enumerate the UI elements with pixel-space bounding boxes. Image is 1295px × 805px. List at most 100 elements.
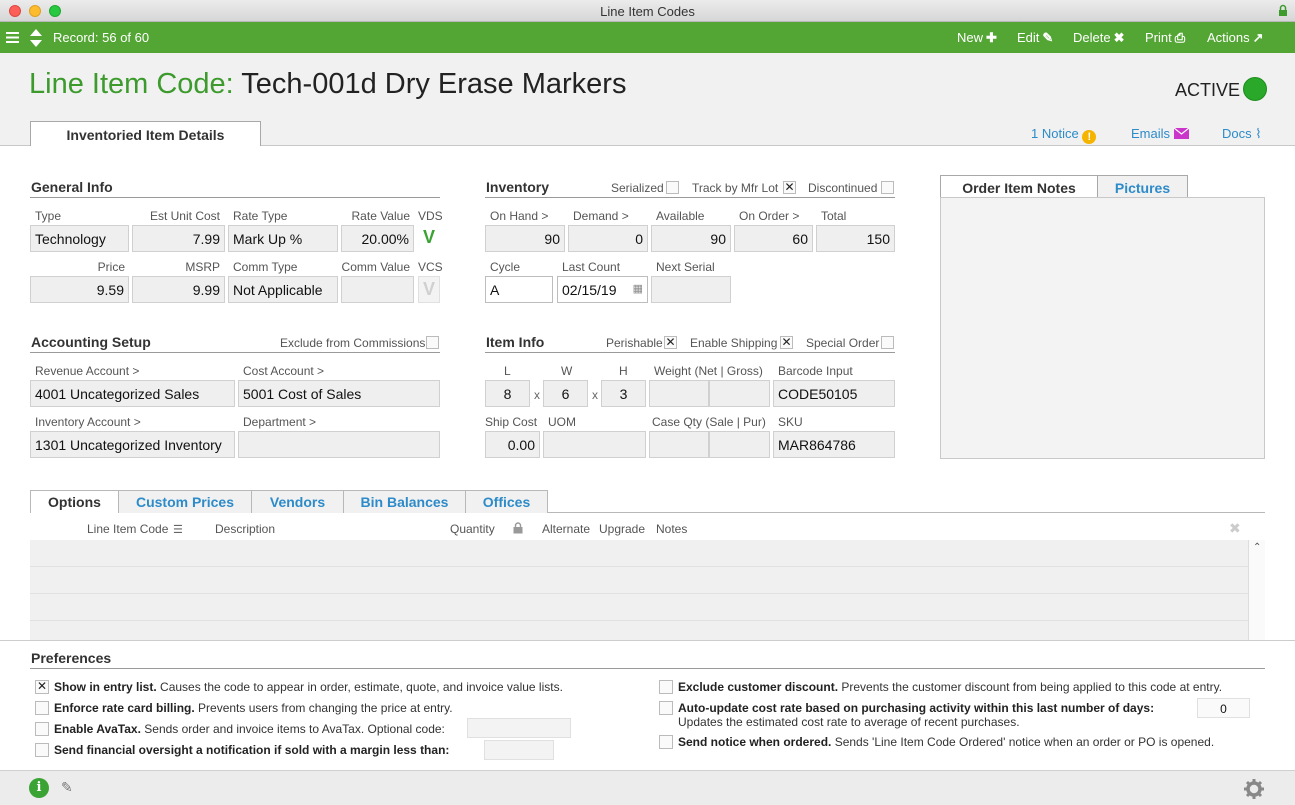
height-field[interactable]: 3 <box>601 380 646 407</box>
est-unit-cost-field[interactable]: 7.99 <box>132 225 225 252</box>
serialized-checkbox[interactable] <box>666 181 679 194</box>
delete-x-icon: ✖ <box>1113 30 1125 45</box>
new-button[interactable]: New ✚ <box>957 30 997 46</box>
sort-icon[interactable]: ☰ <box>173 523 183 536</box>
last-count-label: Last Count <box>562 260 621 274</box>
accounting-setup-title: Accounting Setup <box>31 334 151 350</box>
available-field[interactable]: 90 <box>651 225 731 252</box>
comm-value-field[interactable] <box>341 276 414 303</box>
exclude-customer-discount-checkbox[interactable] <box>659 680 673 694</box>
tab-options[interactable]: Options <box>30 490 119 513</box>
case-qty-pur-field[interactable] <box>709 431 770 458</box>
cycle-field[interactable]: A <box>485 276 553 303</box>
gear-icon[interactable] <box>1243 778 1265 800</box>
on-order-label[interactable]: On Order > <box>739 209 799 223</box>
msrp-field[interactable]: 9.99 <box>132 276 225 303</box>
edit-button[interactable]: Edit ✎ <box>1017 30 1053 46</box>
show-in-entry-list-text: Show in entry list. Causes the code to a… <box>54 680 563 694</box>
margin-threshold-field[interactable] <box>484 740 554 760</box>
weight-gross-field[interactable] <box>709 380 770 407</box>
demand-label[interactable]: Demand > <box>573 209 629 223</box>
send-notice-ordered-checkbox[interactable] <box>659 735 673 749</box>
options-scrollbar[interactable]: ⌃ <box>1248 540 1265 640</box>
enable-avatax-checkbox[interactable] <box>35 722 49 736</box>
auto-update-cost-checkbox[interactable] <box>659 701 673 715</box>
order-item-notes-area[interactable] <box>940 197 1265 459</box>
last-count-field[interactable]: 02/15/19 ▦ <box>557 276 648 303</box>
demand-field[interactable]: 0 <box>568 225 648 252</box>
weight-net-field[interactable] <box>649 380 709 407</box>
tab-bin-balances[interactable]: Bin Balances <box>343 490 466 513</box>
show-in-entry-list-checkbox[interactable]: ✕ <box>35 680 49 694</box>
serialized-label: Serialized <box>611 181 664 195</box>
tab-inventoried-item-details[interactable]: Inventoried Item Details <box>30 121 261 147</box>
exclude-commissions-checkbox[interactable] <box>426 336 439 349</box>
discontinued-checkbox[interactable] <box>881 181 894 194</box>
total-field[interactable]: 150 <box>816 225 895 252</box>
on-hand-field[interactable]: 90 <box>485 225 565 252</box>
price-field[interactable]: 9.59 <box>30 276 129 303</box>
notice-link[interactable]: 1 Notice ! <box>1031 126 1097 144</box>
track-mfr-lot-checkbox[interactable]: ✕ <box>783 181 796 194</box>
print-button[interactable]: Print ⎙ <box>1145 30 1185 46</box>
tab-order-item-notes[interactable]: Order Item Notes <box>940 175 1098 199</box>
column-upgrade[interactable]: Upgrade <box>599 522 645 536</box>
avatax-code-field[interactable] <box>467 718 571 738</box>
column-description[interactable]: Description <box>215 522 275 536</box>
delete-label: Delete <box>1073 30 1111 45</box>
vds-check-icon[interactable]: V <box>418 225 440 252</box>
tab-pictures[interactable]: Pictures <box>1097 175 1188 199</box>
cost-account-field[interactable]: 5001 Cost of Sales <box>238 380 440 407</box>
financial-oversight-title: Send financial oversight a notification … <box>54 743 450 757</box>
rate-type-field[interactable]: Mark Up % <box>228 225 338 252</box>
revenue-account-field[interactable]: 4001 Uncategorized Sales <box>30 380 235 407</box>
column-line-item-code[interactable]: Line Item Code <box>87 522 168 536</box>
department-field[interactable] <box>238 431 440 458</box>
inventory-title: Inventory <box>486 179 550 195</box>
length-field[interactable]: 8 <box>485 380 530 407</box>
column-quantity[interactable]: Quantity <box>450 522 495 536</box>
width-field[interactable]: 6 <box>543 380 588 407</box>
enforce-rate-card-checkbox[interactable] <box>35 701 49 715</box>
comm-type-field[interactable]: Not Applicable <box>228 276 338 303</box>
table-row[interactable] <box>30 567 1248 594</box>
auto-update-days-field[interactable]: 0 <box>1197 698 1250 718</box>
special-order-checkbox[interactable] <box>881 336 894 349</box>
new-label: New <box>957 30 984 45</box>
rate-value-field[interactable]: 20.00% <box>341 225 414 252</box>
financial-oversight-checkbox[interactable] <box>35 743 49 757</box>
pin-icon[interactable]: ✎ <box>61 779 73 796</box>
actions-button[interactable]: Actions ↗ <box>1207 30 1264 46</box>
emails-link[interactable]: Emails <box>1131 126 1190 141</box>
table-row[interactable] <box>30 594 1248 621</box>
table-row[interactable] <box>30 621 1248 640</box>
sku-field[interactable]: MAR864786 <box>773 431 895 458</box>
column-alternate[interactable]: Alternate <box>542 522 590 536</box>
on-order-field[interactable]: 60 <box>734 225 813 252</box>
clear-x-icon[interactable]: ✖ <box>1229 520 1241 537</box>
comm-type-label: Comm Type <box>233 260 298 274</box>
tab-vendors[interactable]: Vendors <box>251 490 344 513</box>
record-navigation-arrows-icon[interactable] <box>29 28 43 48</box>
scroll-up-icon[interactable]: ⌃ <box>1253 542 1261 553</box>
info-icon[interactable]: i <box>29 778 49 798</box>
column-notes[interactable]: Notes <box>656 522 687 536</box>
type-field[interactable]: Technology <box>30 225 129 252</box>
case-qty-sale-field[interactable] <box>649 431 709 458</box>
on-hand-label[interactable]: On Hand > <box>490 209 548 223</box>
tab-custom-prices[interactable]: Custom Prices <box>118 490 252 513</box>
delete-button[interactable]: Delete ✖ <box>1073 30 1124 46</box>
inventory-account-field[interactable]: 1301 Uncategorized Inventory <box>30 431 235 458</box>
uom-field[interactable] <box>543 431 646 458</box>
perishable-checkbox[interactable]: ✕ <box>664 336 677 349</box>
calendar-icon[interactable]: ▦ <box>633 282 643 295</box>
menu-icon[interactable] <box>6 31 20 44</box>
next-serial-field[interactable] <box>651 276 731 303</box>
enable-shipping-checkbox[interactable]: ✕ <box>780 336 793 349</box>
ship-cost-field[interactable]: 0.00 <box>485 431 540 458</box>
docs-link[interactable]: Docs ⌇ <box>1222 126 1262 142</box>
tab-offices[interactable]: Offices <box>465 490 548 513</box>
table-row[interactable] <box>30 540 1248 567</box>
barcode-input-field[interactable]: CODE50105 <box>773 380 895 407</box>
vcs-check-icon[interactable]: V <box>418 276 440 303</box>
